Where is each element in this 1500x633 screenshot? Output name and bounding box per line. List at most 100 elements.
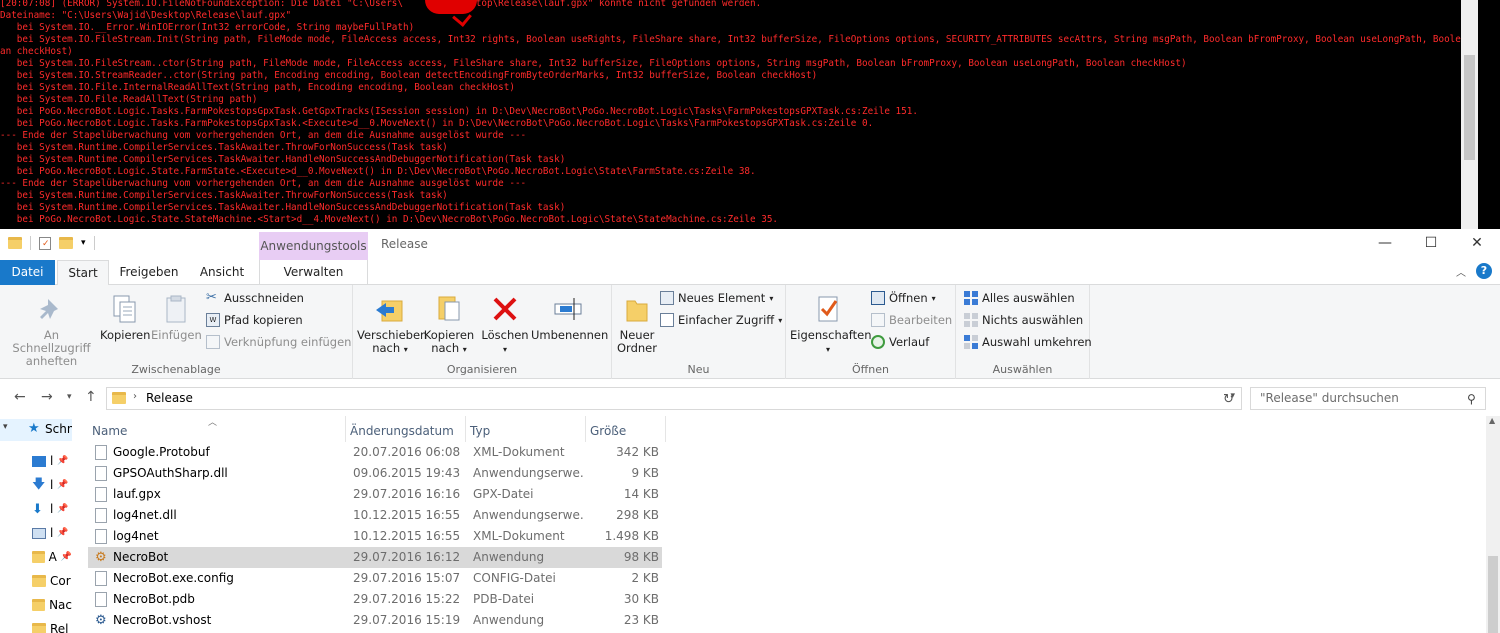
file-icon <box>95 571 107 586</box>
console-line: bei System.IO.FileStream.Init(String pat… <box>0 34 1461 57</box>
nav-item-downloads[interactable]: 🡇 l 📌 <box>32 474 72 496</box>
table-row[interactable]: log4net.dll 10.12.2015 16:55 Anwendungserw… <box>88 505 662 526</box>
nav-item-desktop[interactable]: l 📌 <box>32 450 72 472</box>
tab-start[interactable]: Start <box>57 260 109 286</box>
collapse-ribbon-icon[interactable]: ︿ <box>1456 264 1466 279</box>
console-line: bei System.IO.File.InternalReadAllText(S… <box>0 82 515 93</box>
console-output: [20:07:08] (ERROR) System.IO.FileNotFoun… <box>0 0 1462 226</box>
maximize-button[interactable]: ☐ <box>1408 229 1454 259</box>
nav-item-pictures[interactable]: l 📌 <box>32 522 72 544</box>
select-none-button[interactable]: Nichts auswählen <box>964 313 1083 327</box>
paste-button[interactable]: Einfügen <box>151 293 202 342</box>
table-row[interactable]: NecroBot.exe.config 29.07.2016 15:07 CONFI… <box>88 568 662 589</box>
group-label-zwischenablage: Zwischenablage <box>131 363 221 376</box>
group-neu: Neuer Ordner Neues Element ▾ Einfacher Zu… <box>612 285 786 379</box>
cell-type: XML-Dokument <box>473 529 565 543</box>
table-row[interactable]: lauf.gpx 29.07.2016 16:16 GPX-Datei 14 KB <box>88 484 662 505</box>
console-line: bei System.IO.__Error.WinIOError(Int32 e… <box>0 22 415 33</box>
console-scrollbar[interactable] <box>1461 0 1478 229</box>
rename-button[interactable]: Umbenennen <box>531 293 608 342</box>
folder-icon <box>32 575 46 587</box>
new-item-button[interactable]: Neues Element ▾ <box>660 291 773 305</box>
up-arrow-icon[interactable]: ↑ <box>85 389 97 405</box>
search-input[interactable]: "Release" durchsuchen <box>1250 387 1486 410</box>
customize-qat-icon[interactable]: ▾ <box>81 238 86 248</box>
table-row[interactable]: NecroBot.pdb 29.07.2016 15:22 PDB-Datei 30 … <box>88 589 662 610</box>
nav-item-folder-cor[interactable]: Cor <box>32 570 72 592</box>
column-header-date[interactable]: Änderungsdatum <box>346 416 466 442</box>
file-list-scroll-thumb[interactable] <box>1488 556 1498 633</box>
cell-size: 9 KB <box>631 466 659 480</box>
table-row[interactable]: ⚙ NecroBot.vshost 29.07.2016 15:19 Anwendun… <box>88 610 662 631</box>
invert-selection-label: Auswahl umkehren <box>982 335 1092 349</box>
scroll-up-icon[interactable]: ▲ <box>1489 416 1495 425</box>
easy-access-button[interactable]: Einfacher Zugriff ▾ <box>660 313 782 327</box>
table-row[interactable]: Google.Protobuf 20.07.2016 06:08 XML-Dokum… <box>88 442 662 463</box>
new-folder-button[interactable]: Neuer Ordner <box>616 293 658 355</box>
open-button[interactable]: Öffnen ▾ <box>871 291 936 305</box>
breadcrumb-release[interactable]: Release <box>146 391 193 405</box>
edit-button[interactable]: Bearbeiten <box>871 313 952 327</box>
breadcrumb-separator-icon[interactable]: › <box>133 391 137 402</box>
nav-item-folder-nac[interactable]: Nac <box>32 594 72 616</box>
tab-verwalten[interactable]: Verwalten <box>259 260 368 285</box>
cut-button[interactable]: ✂ Ausschneiden <box>206 291 304 306</box>
invert-selection-button[interactable]: Auswahl umkehren <box>964 335 1092 349</box>
table-row[interactable]: log4net 10.12.2015 16:55 XML-Dokument 1.498… <box>88 526 662 547</box>
column-header-size[interactable]: Größe <box>586 416 666 442</box>
move-to-button[interactable]: Verschieben nach ▾ <box>357 293 427 356</box>
forward-arrow-icon[interactable]: → <box>41 389 53 405</box>
console-scroll-thumb[interactable] <box>1464 55 1475 160</box>
new-folder-icon[interactable] <box>59 237 73 249</box>
properties-icon[interactable]: ✓ <box>39 236 51 250</box>
copy-to-button[interactable]: Kopieren nach ▾ <box>423 293 475 356</box>
select-all-label: Alles auswählen <box>982 291 1075 305</box>
copy-to-icon <box>433 293 465 325</box>
refresh-icon[interactable]: ↻ <box>1223 392 1234 407</box>
folder-icon <box>32 551 45 563</box>
paste-shortcut-button[interactable]: Verknüpfung einfügen <box>206 335 351 349</box>
select-all-button[interactable]: Alles auswählen <box>964 291 1075 305</box>
console-line: --- Ende der Stapelüberwachung vom vorhe… <box>0 130 527 141</box>
clipboard-icon <box>160 293 192 325</box>
minimize-button[interactable]: — <box>1362 229 1408 259</box>
copy-path-button[interactable]: W Pfad kopieren <box>206 313 303 327</box>
quick-access-item[interactable]: ▾ ★ Schnellzugriff <box>0 419 72 441</box>
console-line: bei System.Runtime.CompilerServices.Task… <box>0 202 566 213</box>
cell-type: Anwendung <box>473 550 545 564</box>
table-row[interactable]: ⚙ NecroBot 29.07.2016 16:12 Anwendung 98 KB <box>88 547 662 568</box>
new-item-label: Neues Element <box>678 291 766 305</box>
nav-item-folder-rel[interactable]: Rel <box>32 618 72 633</box>
column-header-type[interactable]: Typ <box>466 416 586 442</box>
nav-item-folder-a[interactable]: A 📌 <box>32 546 72 568</box>
history-button[interactable]: Verlauf <box>871 335 929 349</box>
tab-datei[interactable]: Datei <box>0 260 55 285</box>
back-arrow-icon[interactable]: ← <box>14 389 26 405</box>
recent-locations-icon[interactable]: ▾ <box>67 392 72 402</box>
collapse-icon[interactable]: ▾ <box>3 422 8 432</box>
table-row[interactable]: GPSOAuthSharp.dll 09.06.2015 19:43 Anwendu… <box>88 463 662 484</box>
delete-label: Löschen <box>481 328 529 342</box>
nav-item-downloads-2[interactable]: ⬇ l 📌 <box>32 498 72 520</box>
delete-button[interactable]: Löschen ▾ <box>481 293 529 356</box>
tab-ansicht[interactable]: Ansicht <box>193 260 251 285</box>
address-bar[interactable]: › Release ▾ <box>106 387 1242 410</box>
move-to-icon <box>374 293 406 325</box>
copy-button[interactable]: Kopieren <box>100 293 150 342</box>
file-list-scrollbar[interactable]: ▲ <box>1486 416 1500 633</box>
pin-quick-access-button[interactable]: An Schnellzugriff anheften <box>4 293 99 368</box>
console-line: bei PoGo.NecroBot.Logic.State.StateMachi… <box>0 214 779 225</box>
column-header-name[interactable]: Name ︿ <box>88 416 346 442</box>
close-button[interactable]: ✕ <box>1454 229 1500 259</box>
help-icon[interactable]: ? <box>1476 263 1492 279</box>
ribbon-help-controls: ︿ ? <box>1456 263 1492 279</box>
sort-ascending-icon: ︿ <box>208 418 218 428</box>
new-item-icon <box>660 291 674 305</box>
paste-shortcut-label: Verknüpfung einfügen <box>224 335 352 349</box>
nav-item-label: l <box>50 478 54 492</box>
tab-freigeben[interactable]: Freigeben <box>113 260 185 285</box>
download-icon: 🡇 <box>32 477 46 492</box>
new-folder-label: Neuer Ordner <box>617 328 657 355</box>
cell-name: NecroBot.exe.config <box>113 571 234 585</box>
properties-button[interactable]: Eigenschaften ▾ <box>790 293 872 356</box>
